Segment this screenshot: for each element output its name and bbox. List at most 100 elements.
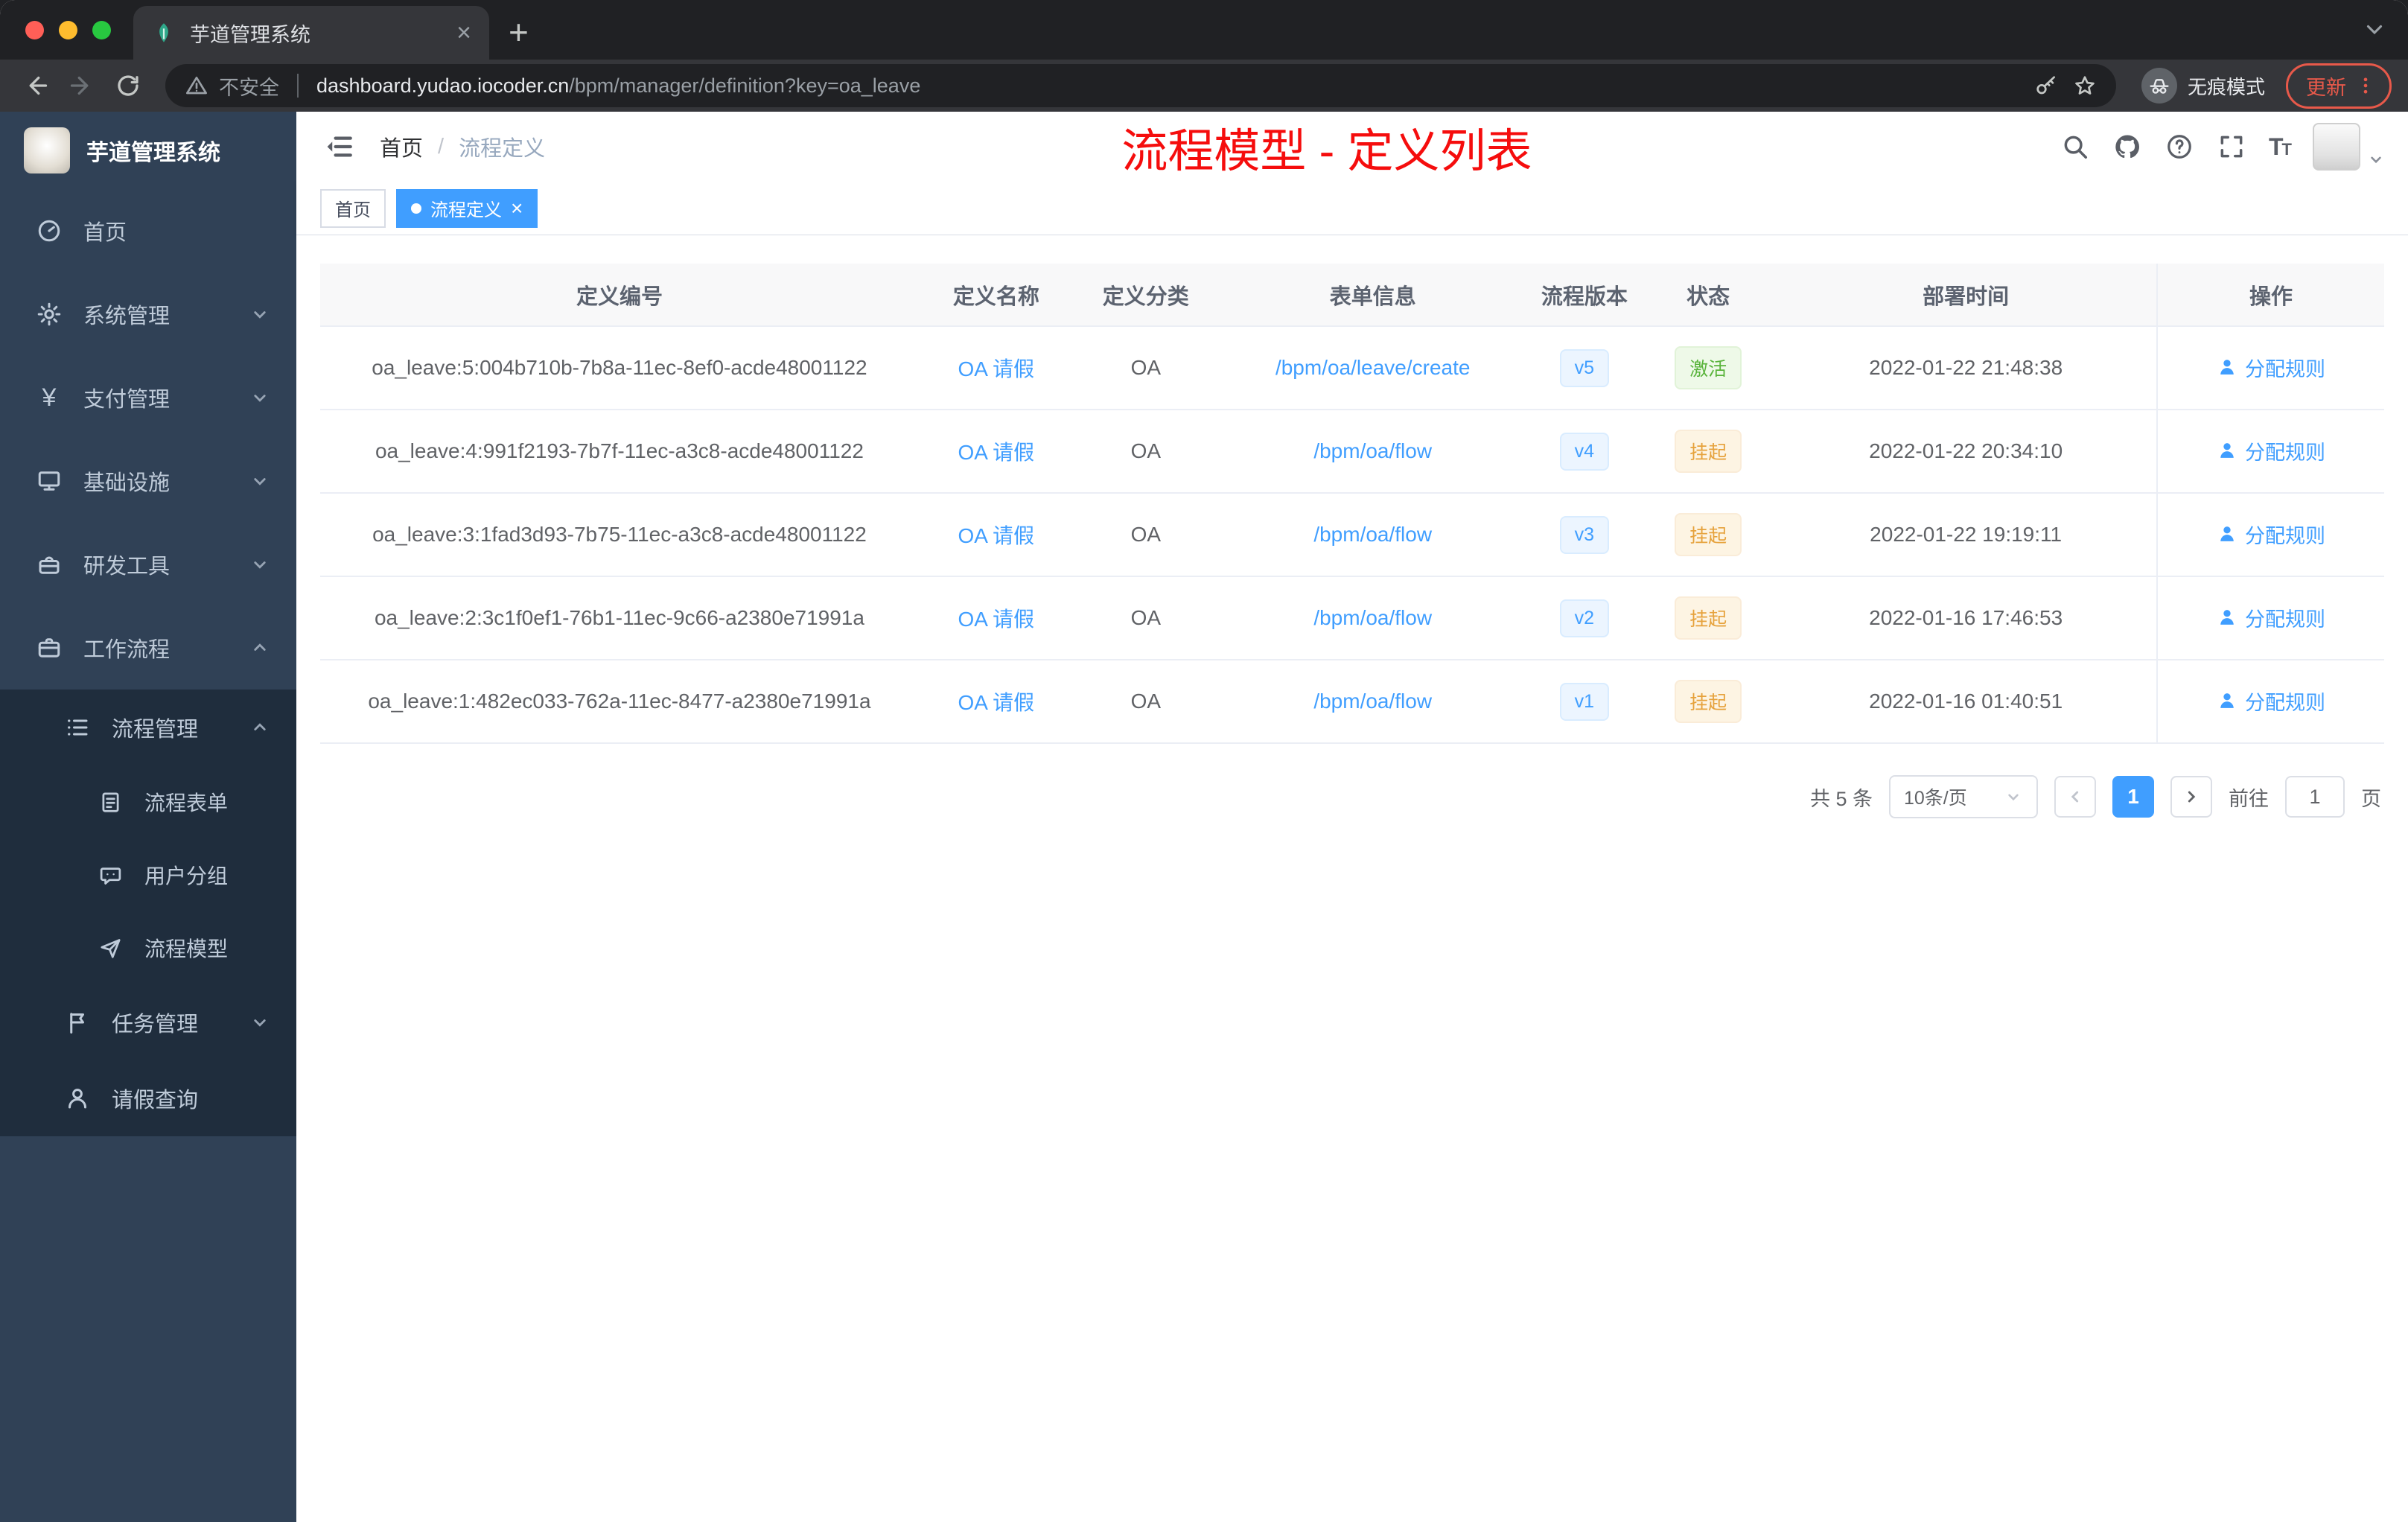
version-badge: v5	[1559, 348, 1610, 387]
address-bar[interactable]: 不安全 dashboard.yudao.iocoder.cn/bpm/manag…	[165, 64, 2116, 107]
sidebar-item-label: 流程模型	[144, 937, 229, 961]
cell-definition-id: oa_leave:3:1fad3d93-7b75-11ec-a3c8-acde4…	[320, 493, 919, 577]
pagination-total: 共 5 条	[1809, 787, 1873, 810]
sidebar-toggle-icon[interactable]	[323, 131, 354, 162]
sidebar-item-user-groups[interactable]: 用户分组	[0, 838, 296, 911]
definition-name-link[interactable]: OA 请假	[958, 357, 1034, 380]
col-definition-name: 定义名称	[918, 264, 1074, 327]
page-size-select[interactable]: 10条/页	[1889, 775, 2038, 818]
version-badge: v3	[1559, 515, 1610, 554]
status-badge: 挂起	[1675, 430, 1742, 473]
tag-label: 首页	[335, 200, 371, 220]
sidebar-item-process-management[interactable]: 流程管理	[0, 690, 296, 765]
breadcrumb-current: 流程定义	[459, 137, 546, 161]
sidebar-item-home[interactable]: 首页	[0, 189, 296, 273]
goto-page-input[interactable]	[2285, 776, 2345, 818]
assign-rule-button[interactable]: 分配规则	[2217, 603, 2325, 632]
form-link[interactable]: /bpm/oa/flow	[1313, 523, 1432, 546]
tag-label: 流程定义	[430, 200, 502, 220]
col-deploy-time: 部署时间	[1775, 264, 2158, 327]
chevron-down-icon	[249, 1011, 271, 1034]
sidebar-item-process-models[interactable]: 流程模型	[0, 911, 296, 984]
browser-window: 芋道管理系统 × + 不安全 dashboard.yudao.iocoder.c…	[0, 0, 2408, 1522]
sidebar-item-task-management[interactable]: 任务管理	[0, 984, 296, 1060]
sidebar-item-infrastructure[interactable]: 基础设施	[0, 439, 296, 523]
security-label[interactable]: 不安全	[219, 71, 279, 101]
definition-table: 定义编号 定义名称 定义分类 表单信息 流程版本 状态 部署时间 操作 oa_l	[320, 264, 2384, 744]
form-link[interactable]: /bpm/oa/leave/create	[1275, 356, 1471, 379]
incognito-icon	[2141, 68, 2177, 104]
list-icon	[63, 713, 92, 742]
tag-close-icon[interactable]: ×	[511, 197, 523, 219]
browser-toolbar: 不安全 dashboard.yudao.iocoder.cn/bpm/manag…	[0, 60, 2408, 112]
active-dot	[411, 203, 421, 214]
menu-dots-icon	[2363, 77, 2368, 94]
browser-update-button[interactable]: 更新	[2286, 63, 2392, 109]
reload-button[interactable]	[109, 66, 147, 105]
bookmark-star-icon[interactable]	[2073, 74, 2097, 98]
definition-name-link[interactable]: OA 请假	[958, 524, 1034, 547]
url-text[interactable]: dashboard.yudao.iocoder.cn/bpm/manager/d…	[316, 74, 2024, 98]
browser-tab[interactable]: 芋道管理系统 ×	[133, 6, 489, 60]
cell-deploy-time: 2022-01-16 17:46:53	[1775, 576, 2158, 660]
sidebar-item-dev-tools[interactable]: 研发工具	[0, 523, 296, 606]
minimize-window-button[interactable]	[59, 20, 77, 39]
tag-process-definition[interactable]: 流程定义 ×	[396, 188, 538, 228]
definition-name-link[interactable]: OA 请假	[958, 608, 1034, 631]
chevron-left-icon	[2071, 791, 2079, 803]
prev-page-button[interactable]	[2054, 776, 2096, 818]
tab-search-chevron-icon[interactable]	[2362, 16, 2387, 42]
breadcrumb-home[interactable]: 首页	[380, 131, 423, 162]
definition-name-link[interactable]: OA 请假	[958, 691, 1034, 714]
version-badge: v1	[1559, 682, 1610, 721]
form-link[interactable]: /bpm/oa/flow	[1313, 439, 1432, 462]
window-controls	[0, 0, 133, 60]
form-link[interactable]: /bpm/oa/flow	[1313, 690, 1432, 713]
pagination: 共 5 条 10条/页 1 前往 页	[320, 775, 2384, 818]
sidebar-item-label: 任务管理	[112, 1013, 199, 1037]
definition-name-link[interactable]: OA 请假	[958, 441, 1034, 464]
form-link[interactable]: /bpm/oa/flow	[1313, 606, 1432, 629]
next-page-button[interactable]	[2170, 776, 2212, 818]
tab-close-icon[interactable]: ×	[456, 20, 471, 45]
assign-rule-button[interactable]: 分配规则	[2217, 353, 2325, 382]
status-badge: 挂起	[1675, 680, 1742, 723]
sidebar-item-system-management[interactable]: 系统管理	[0, 273, 296, 356]
assign-rule-button[interactable]: 分配规则	[2217, 687, 2325, 716]
page-number-1[interactable]: 1	[2112, 776, 2154, 818]
back-button[interactable]	[16, 66, 55, 105]
sidebar-item-label: 系统管理	[83, 305, 171, 328]
person-icon	[2220, 360, 2234, 375]
sidebar-item-leave-query[interactable]: 请假查询	[0, 1060, 296, 1136]
cell-deploy-time: 2022-01-22 21:48:38	[1775, 326, 2158, 410]
assign-rule-button[interactable]: 分配规则	[2217, 520, 2325, 549]
new-tab-button[interactable]: +	[509, 15, 529, 49]
tab-favicon-icon	[151, 20, 176, 45]
col-definition-id: 定义编号	[320, 264, 919, 327]
person-icon	[2220, 610, 2234, 625]
font-size-icon[interactable]: TT	[2269, 135, 2292, 159]
github-icon[interactable]	[2112, 132, 2142, 162]
zoom-window-button[interactable]	[92, 20, 111, 39]
page-content: 定义编号 定义名称 定义分类 表单信息 流程版本 状态 部署时间 操作 oa_l	[296, 235, 2408, 1522]
page-size-value: 10条/页	[1904, 788, 1967, 809]
help-icon[interactable]	[2165, 132, 2194, 162]
app-logo[interactable]: 芋道管理系统	[0, 112, 296, 189]
breadcrumb-separator: /	[438, 134, 445, 159]
sidebar-item-payment-management[interactable]: ¥ 支付管理	[0, 356, 296, 439]
fullscreen-icon[interactable]	[2217, 132, 2246, 162]
sidebar-item-process-forms[interactable]: 流程表单	[0, 765, 296, 838]
cell-definition-id: oa_leave:2:3c1f0ef1-76b1-11ec-9c66-a2380…	[320, 576, 919, 660]
cell-deploy-time: 2022-01-22 19:19:11	[1775, 493, 2158, 577]
close-window-button[interactable]	[25, 20, 44, 39]
sidebar-item-label: 支付管理	[83, 388, 171, 412]
sidebar-item-workflow[interactable]: 工作流程	[0, 606, 296, 690]
forward-button[interactable]	[63, 66, 101, 105]
send-icon	[95, 933, 125, 963]
person-icon	[2220, 443, 2234, 459]
assign-rule-button[interactable]: 分配规则	[2217, 436, 2325, 465]
search-icon[interactable]	[2060, 132, 2090, 162]
password-key-icon[interactable]	[2034, 74, 2058, 98]
user-avatar-menu[interactable]	[2313, 123, 2386, 171]
tag-home[interactable]: 首页	[320, 188, 386, 228]
